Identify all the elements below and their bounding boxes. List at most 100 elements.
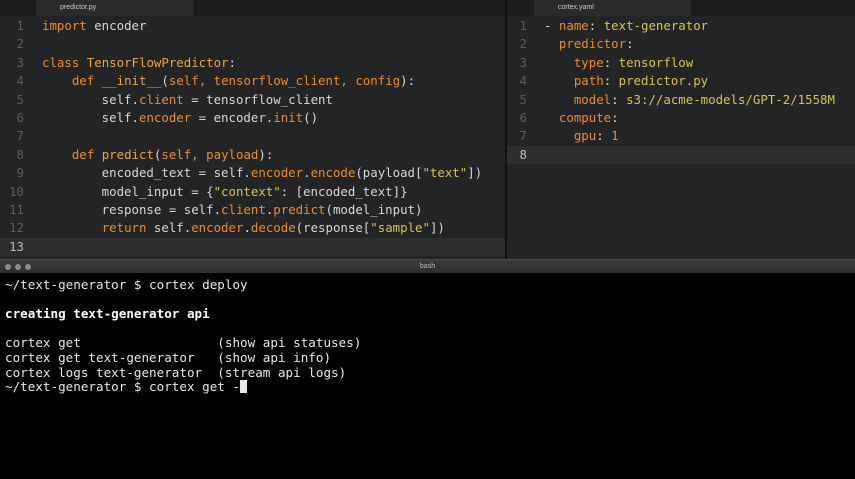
- tab-label: cortex.yaml: [558, 4, 594, 11]
- code-line[interactable]: 7: [0, 127, 505, 145]
- predictor-editor[interactable]: 1 import encoder 2 3 class TensorFlowPredict…: [0, 16, 505, 259]
- line-number: 4: [519, 73, 527, 89]
- line-number: 5: [16, 91, 24, 107]
- code-text: - name: text-generator: [544, 17, 708, 35]
- tab-label: predictor.py: [60, 4, 97, 11]
- line-number: 8: [519, 146, 527, 162]
- terminal-output[interactable]: ~/text-generator $ cortex deploy creating…: [0, 273, 855, 479]
- code-token: predictor.py: [618, 73, 709, 89]
- left-tab-strip: predictor.py: [0, 0, 505, 16]
- code-token: text-generator: [603, 18, 709, 33]
- code-token: (response[: [295, 220, 371, 236]
- code-token: :: [626, 36, 634, 52]
- terminal-text: ~/text-generator $ cortex get -: [5, 379, 241, 395]
- tab-cortex-yaml[interactable]: cortex.yaml: [534, 0, 691, 16]
- code-text: def __init__(self, tensorflow_client, co…: [42, 72, 415, 90]
- code-text: predictor:: [544, 35, 634, 53]
- line-number: 6: [16, 110, 24, 125]
- code-token: (model_input): [325, 202, 423, 217]
- terminal-line: cortex logs text-generator (stream api l…: [5, 364, 347, 380]
- line-number: 12: [9, 220, 24, 236]
- code-token: :: [603, 73, 619, 89]
- terminal-title-bar[interactable]: bash: [0, 259, 855, 273]
- code-token: predictor: [558, 36, 627, 52]
- code-token: s3://acme-models/GPT-2/1558M: [626, 91, 835, 107]
- code-token: self, tensorflow_client, config: [168, 73, 401, 89]
- code-line[interactable]: 1 - name: text-generator: [507, 17, 855, 35]
- code-token: .: [303, 165, 311, 181]
- code-token: name: [558, 18, 589, 33]
- code-line[interactable]: 6 compute:: [507, 109, 855, 127]
- code-token: predict: [273, 202, 326, 217]
- code-token: path: [573, 73, 604, 89]
- line-number: 8: [16, 146, 24, 162]
- code-line[interactable]: 9 encoded_text = self.encoder.encode(pay…: [0, 164, 505, 182]
- code-text: path: predictor.py: [544, 72, 708, 90]
- code-token: def: [71, 73, 95, 89]
- code-token: import: [42, 18, 87, 33]
- code-text: def predict(self, payload):: [42, 146, 273, 164]
- terminal-title: bash: [419, 263, 436, 270]
- cortex-yaml-editor[interactable]: 1- name: text-generator 2 predictor: 3 typ…: [507, 16, 855, 259]
- code-token: self.: [146, 220, 192, 236]
- code-token: -: [544, 18, 559, 33]
- code-line[interactable]: 8: [507, 145, 855, 165]
- code-line[interactable]: 4 path: predictor.py: [507, 72, 855, 90]
- code-token: self, payload: [161, 146, 259, 162]
- line-number: 7: [519, 128, 527, 144]
- code-token: client: [138, 91, 184, 107]
- code-line[interactable]: 4 def __init__(self, tensorflow_client, …: [0, 72, 505, 90]
- code-text: encoded_text = self.encoder.encode(paylo…: [42, 164, 482, 182]
- line-number: 6: [519, 110, 527, 125]
- code-token: :: [611, 110, 619, 125]
- code-token: model_input = {: [42, 183, 214, 199]
- code-text: model_input = {"context": [encoded_text]…: [42, 183, 408, 201]
- code-line[interactable]: 6 self.encoder = encoder.init(): [0, 109, 505, 127]
- tab-predictor-py[interactable]: predictor.py: [36, 0, 193, 16]
- terminal-line: ~/text-generator $ cortex deploy: [5, 278, 248, 292]
- code-line[interactable]: 3 type: tensorflow: [507, 54, 855, 72]
- code-line[interactable]: 5 self.client = tensorflow_client: [0, 91, 505, 109]
- code-line[interactable]: 13: [0, 237, 505, 257]
- code-token: init: [273, 110, 304, 125]
- code-token: ):: [400, 73, 416, 89]
- code-line[interactable]: 10 model_input = {"context": [encoded_te…: [0, 183, 505, 201]
- code-line[interactable]: 11 response = self.client.predict(model_…: [0, 201, 505, 219]
- line-number: 1: [519, 18, 527, 33]
- code-line[interactable]: 2: [0, 35, 505, 53]
- code-line[interactable]: 3 class TensorFlowPredictor:: [0, 54, 505, 72]
- code-line[interactable]: 12 return self.encoder.decode(response["…: [0, 219, 505, 237]
- code-token: .: [243, 220, 251, 236]
- code-line[interactable]: 1 import encoder: [0, 17, 505, 35]
- line-number: 10: [9, 183, 24, 199]
- code-token: response = self.: [42, 202, 222, 217]
- code-token: gpu: [573, 128, 597, 144]
- code-token: ]): [467, 165, 483, 181]
- line-number: 2: [16, 36, 24, 52]
- code-line[interactable]: 5 model: s3://acme-models/GPT-2/1558M: [507, 91, 855, 109]
- code-token: class: [42, 54, 80, 70]
- code-token: (: [161, 73, 169, 89]
- code-line[interactable]: 2 predictor:: [507, 35, 855, 53]
- code-token: (payload[: [355, 165, 423, 181]
- line-number: 1: [16, 18, 24, 33]
- code-token: :: [596, 128, 612, 144]
- code-token: TensorFlowPredictor: [86, 54, 229, 70]
- code-text: class TensorFlowPredictor:: [42, 54, 236, 72]
- code-text: response = self.client.predict(model_inp…: [42, 201, 423, 219]
- terminal-text: cortex logs text-generator (stream api l…: [5, 364, 347, 380]
- code-token: self.: [42, 110, 139, 125]
- terminal-text: creating text-generator api: [5, 306, 210, 322]
- code-token: ]): [429, 220, 445, 236]
- code-line[interactable]: 7 gpu: 1: [507, 127, 855, 145]
- terminal-status-line: creating text-generator api: [5, 307, 210, 321]
- code-token: type: [573, 54, 604, 70]
- line-number: 13: [9, 238, 24, 254]
- code-line[interactable]: 8 def predict(self, payload):: [0, 146, 505, 164]
